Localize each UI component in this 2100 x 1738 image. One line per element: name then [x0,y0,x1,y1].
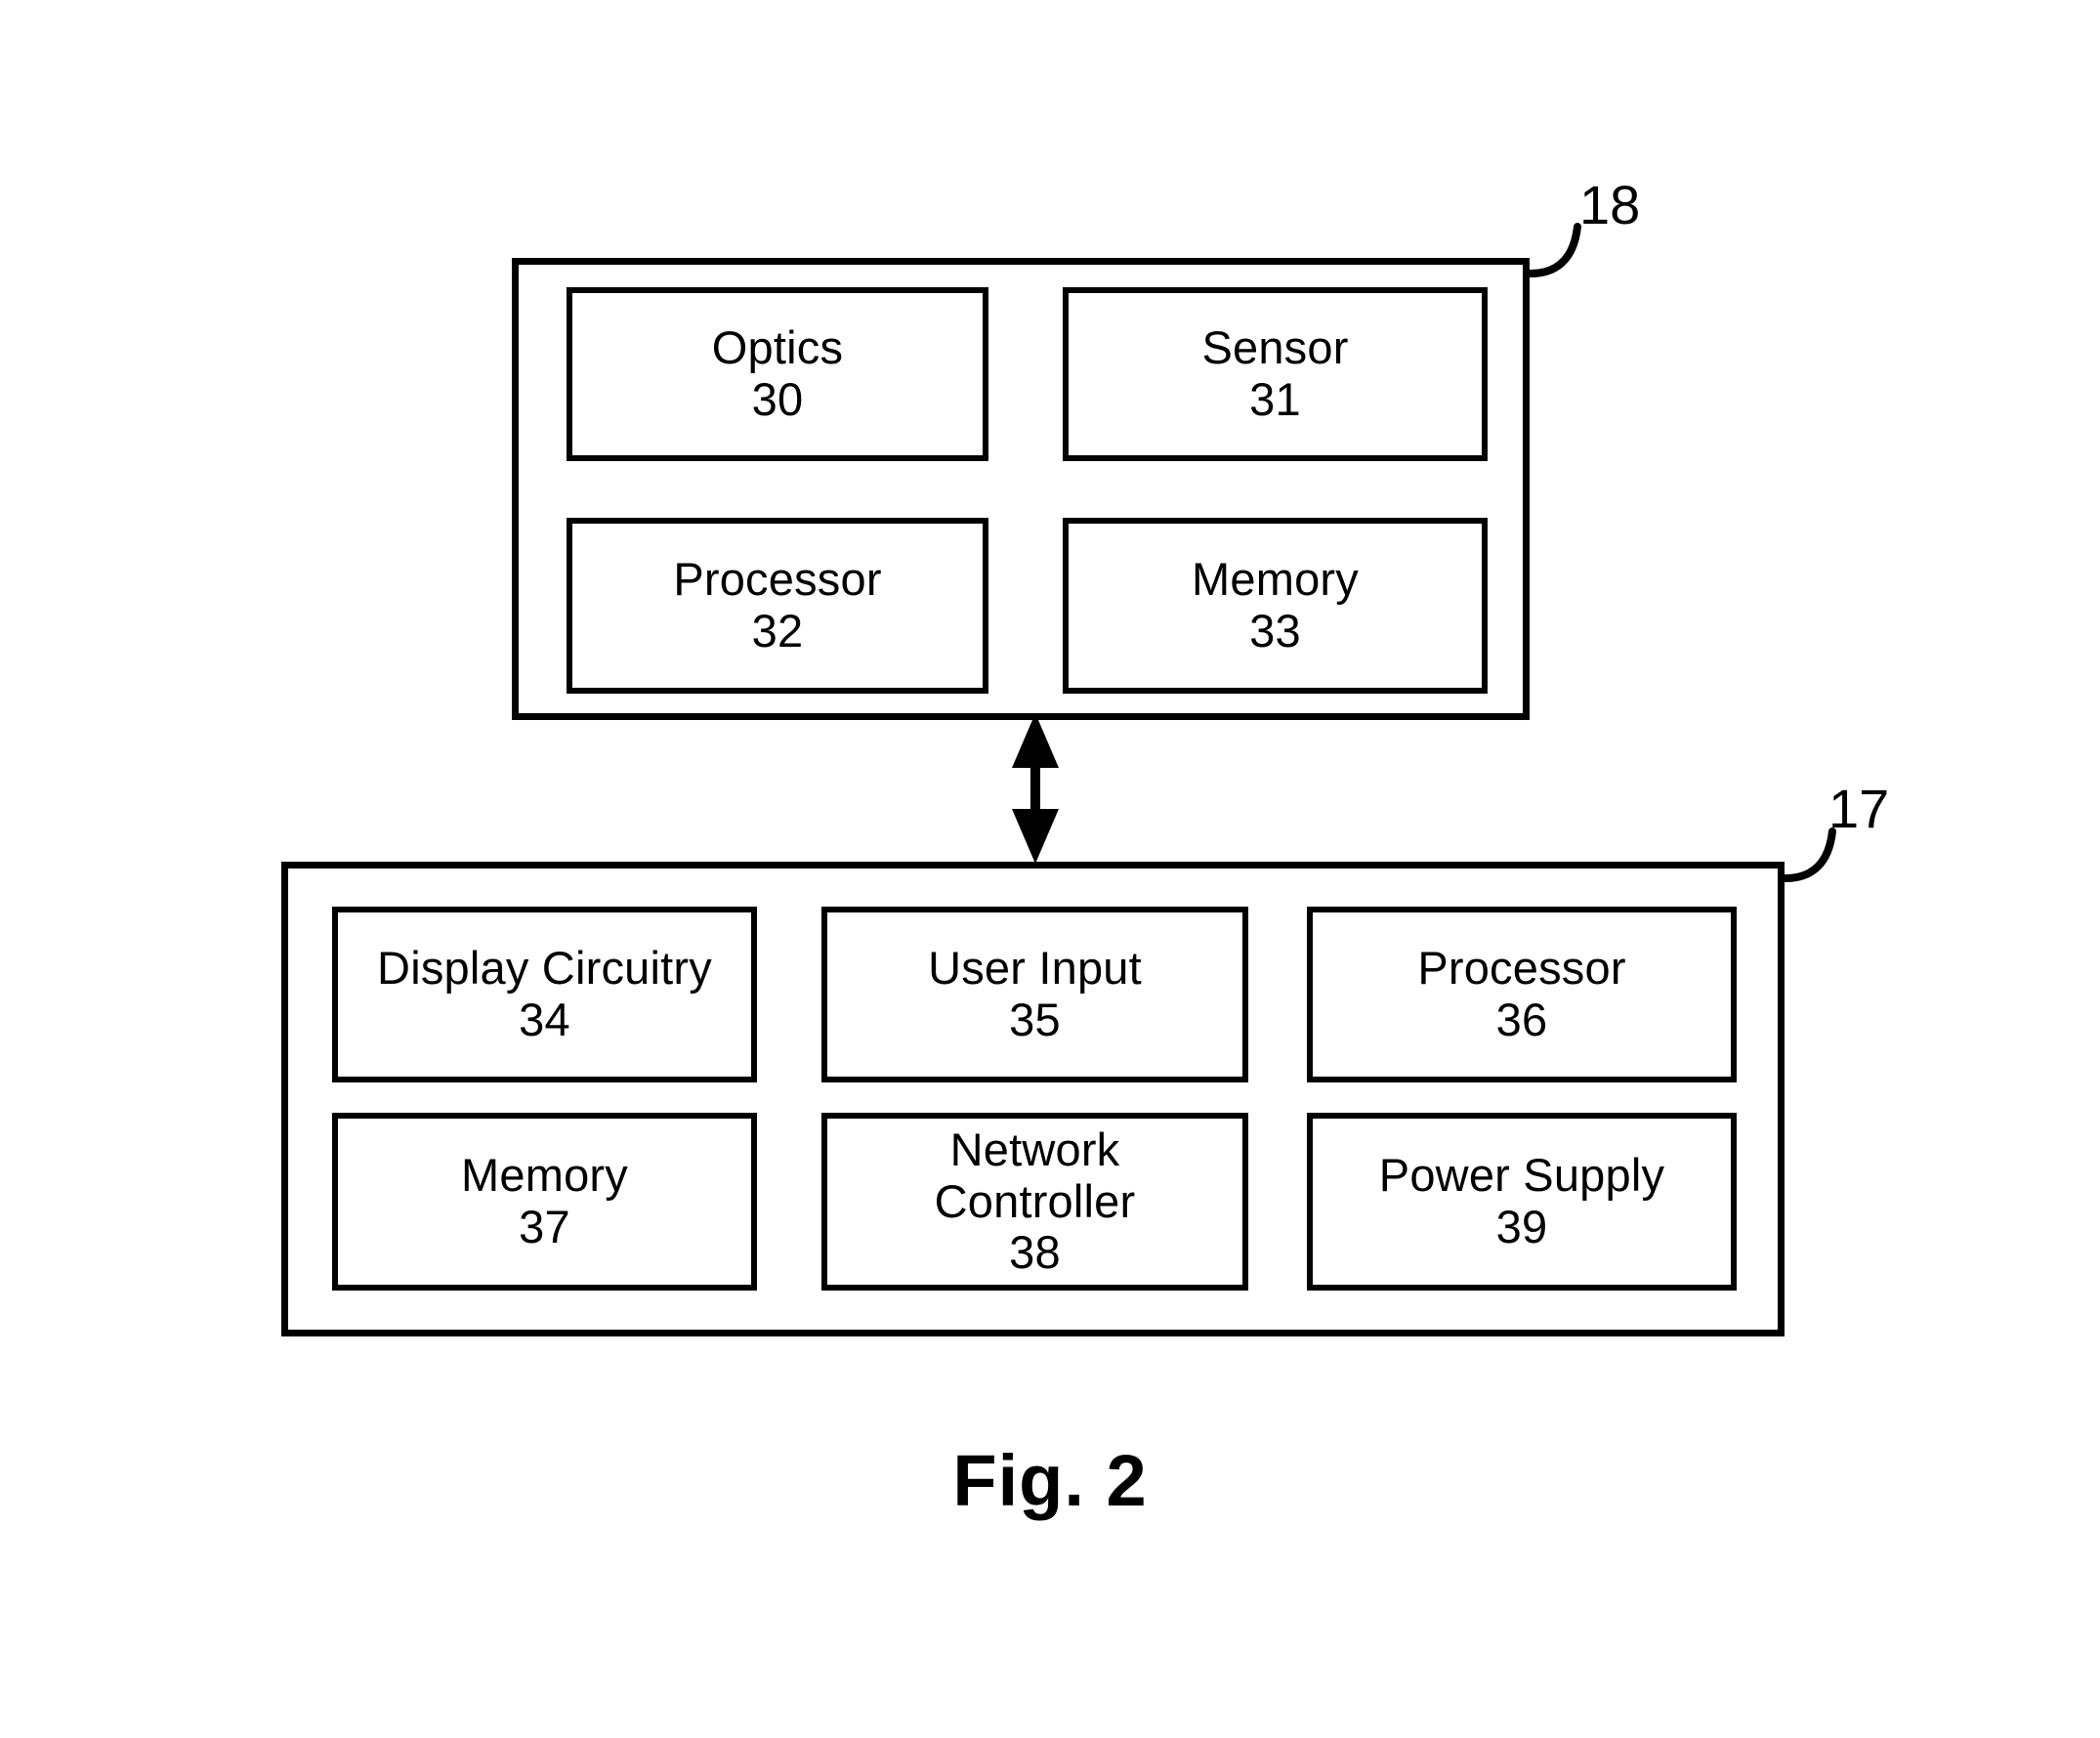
component-label-optics: Optics [711,321,844,374]
figure-caption: Fig. 2 [952,1440,1148,1521]
component-box-device-processor: Processor 36 [1307,907,1737,1082]
reference-numeral-18: 18 [1579,174,1641,235]
component-box-camera-memory: Memory 33 [1063,518,1488,694]
component-number-camera-processor: 32 [751,605,804,657]
component-box-user-input: User Input 35 [821,907,1248,1082]
component-box-display-circuitry: Display Circuitry 34 [332,907,757,1082]
component-label-network-controller: Network Controller [934,1123,1136,1227]
component-label-sensor: Sensor [1201,321,1349,374]
component-label-device-memory: Memory [461,1149,628,1202]
component-number-optics: 30 [751,373,804,425]
component-number-device-memory: 37 [519,1201,570,1252]
component-box-camera-processor: Processor 32 [567,518,988,694]
component-number-camera-memory: 33 [1249,605,1301,657]
component-number-power-supply: 39 [1495,1201,1548,1252]
component-number-display-circuitry: 34 [519,994,570,1045]
component-label-power-supply: Power Supply [1378,1149,1665,1202]
component-label-camera-processor: Processor [673,553,882,606]
component-box-optics: Optics 30 [567,287,988,461]
component-number-device-processor: 36 [1495,994,1548,1045]
component-label-user-input: User Input [928,942,1142,995]
bidirectional-arrow-icon [1012,713,1059,864]
component-box-device-memory: Memory 37 [332,1113,757,1291]
reference-numeral-17: 17 [1828,778,1890,839]
component-label-display-circuitry: Display Circuitry [377,942,712,995]
component-number-sensor: 31 [1249,373,1301,425]
component-box-sensor: Sensor 31 [1063,287,1488,461]
patent-figure: Optics 30 Sensor 31 Processor 32 Memory … [0,0,2100,1738]
component-label-device-processor: Processor [1417,942,1626,995]
component-number-network-controller: 38 [1009,1226,1061,1279]
component-box-power-supply: Power Supply 39 [1307,1113,1737,1291]
component-label-camera-memory: Memory [1192,553,1359,606]
component-box-network-controller: Network Controller 38 [821,1113,1248,1291]
component-number-user-input: 35 [1009,994,1061,1045]
